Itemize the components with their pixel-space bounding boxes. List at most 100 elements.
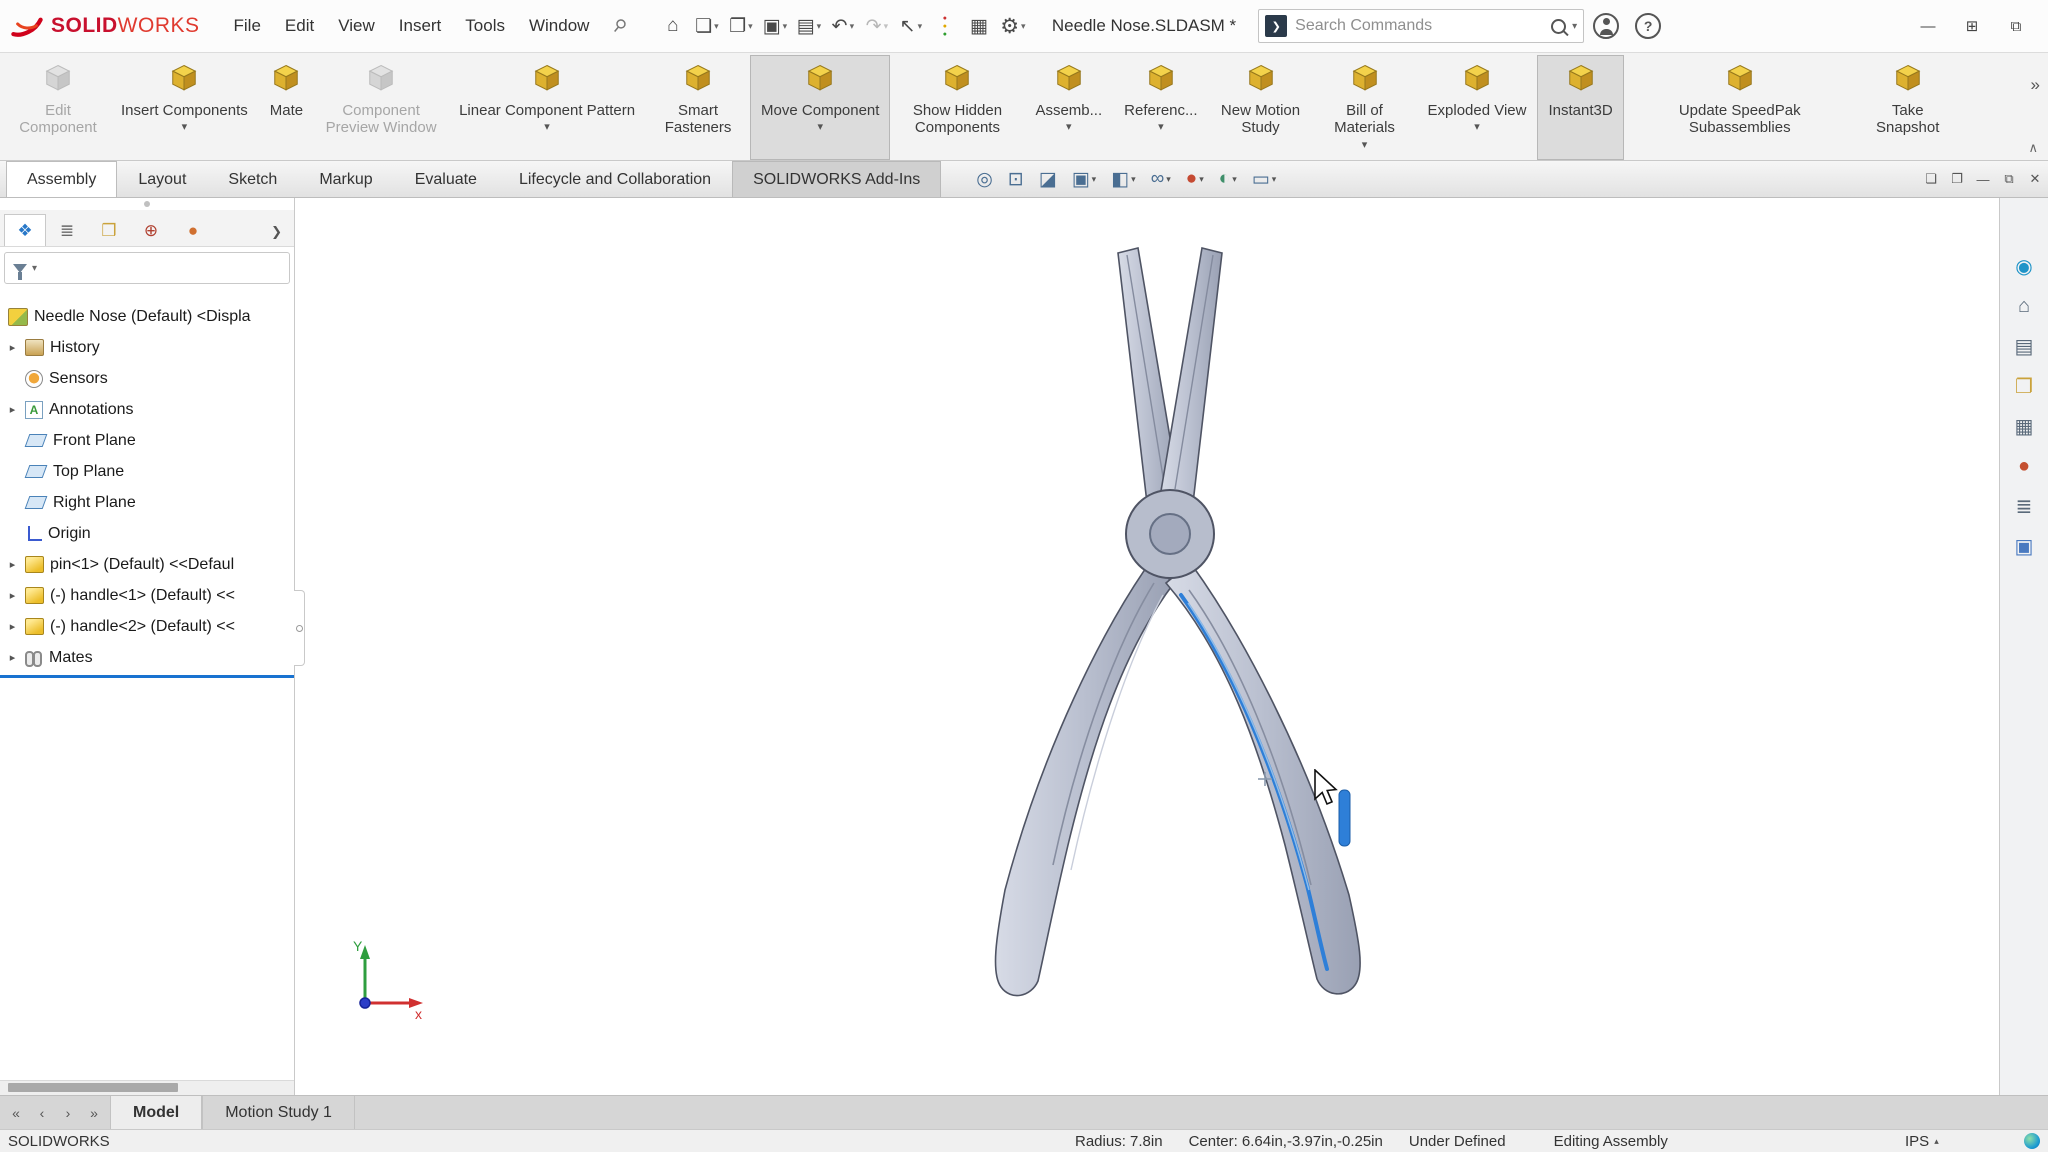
linear-component-pattern-button[interactable]: Linear Component Pattern [448,55,646,160]
drag-handle[interactable] [1339,790,1350,846]
move-component-button[interactable]: Move Component [750,55,890,160]
home-button[interactable]: ⌂ [656,9,690,43]
panel-splitter-handle[interactable] [294,590,305,666]
section-view-button[interactable]: ◪ [1032,161,1064,197]
tree-item-sensors[interactable]: Sensors [0,363,294,394]
prev-tab-button[interactable]: ‹ [30,1101,54,1125]
home-button[interactable]: ⌂ [2007,292,2041,320]
expand-caret-icon[interactable] [6,403,19,416]
tree-item-handle-1[interactable]: (-) handle<1> (Default) << [0,580,294,611]
window-layout-button[interactable]: ⊞ [1950,8,1994,44]
first-tab-button[interactable]: « [4,1101,28,1125]
tree-item-pin-1[interactable]: pin<1> (Default) <<Defaul [0,549,294,580]
appearances-button[interactable]: ● [2007,452,2041,480]
component-preview-window-button[interactable]: Component Preview Window [314,55,448,160]
print-button[interactable]: ▤ [792,9,826,43]
smart-fasteners-button[interactable]: Smart Fasteners [646,55,750,160]
tree-item-handle-2[interactable]: (-) handle<2> (Default) << [0,611,294,642]
tab-addins[interactable]: SOLIDWORKS Add-Ins [732,161,941,197]
web-help-icon[interactable] [2024,1133,2040,1149]
instant3d-button[interactable]: Instant3D [1537,55,1623,160]
filter-dropdown-icon[interactable]: ▾ [32,263,37,274]
select-button[interactable]: ↖ [894,9,928,43]
edit-appearance-button[interactable]: ● [1179,161,1211,197]
new-document-button[interactable]: ❏ [690,9,724,43]
restore-button[interactable]: ⧉ [1994,8,2038,44]
ribbon-overflow-icon[interactable]: » [2031,75,2040,95]
panel-grab-handle[interactable] [0,198,294,210]
search-input[interactable] [1293,16,1545,36]
tab-sketch[interactable]: Sketch [207,161,298,197]
options-button[interactable]: ⚙ [996,9,1030,43]
tree-rollback-bar[interactable] [0,675,294,678]
tab-motion-study-1[interactable]: Motion Study 1 [202,1096,355,1129]
open-button[interactable]: ❐ [724,9,758,43]
mate-button[interactable]: Mate [259,55,314,160]
apply-scene-button[interactable]: ◐ [1212,161,1244,197]
graphics-viewport[interactable]: Y x [295,198,1999,1095]
tree-item-origin[interactable]: Origin [0,518,294,549]
doc-close-button[interactable]: ✕ [2022,161,2048,197]
exploded-view-button[interactable]: Exploded View [1417,55,1538,160]
zoom-area-button[interactable]: ⊡ [1001,161,1031,197]
doc-restore-button[interactable]: ⧉ [1996,161,2022,197]
menu-edit[interactable]: Edit [273,0,326,52]
search-icon[interactable] [1551,19,1566,34]
units-selector[interactable]: IPS ▴ [1905,1133,1939,1150]
panel-expand-icon[interactable]: ❯ [271,224,290,246]
forum-button[interactable]: ▣ [2007,532,2041,560]
scrollbar-thumb[interactable] [8,1083,178,1092]
tab-assembly[interactable]: Assembly [6,161,117,197]
new-motion-study-button[interactable]: New Motion Study [1209,55,1313,160]
interference-check-button[interactable]: ● [928,9,962,43]
menu-view[interactable]: View [326,0,387,52]
doc-minimize-button[interactable]: — [1970,161,1996,197]
doc-tile-button[interactable]: ❐ [1944,161,1970,197]
last-tab-button[interactable]: » [82,1101,106,1125]
hide-show-items-button[interactable]: ∞ [1144,161,1178,197]
tab-model[interactable]: Model [110,1096,202,1129]
resources-button[interactable]: ◉ [2007,252,2041,280]
tab-evaluate[interactable]: Evaluate [394,161,498,197]
help-icon[interactable]: ? [1635,13,1661,39]
custom-properties-button[interactable]: ≣ [2007,492,2041,520]
view-settings-button[interactable]: ▭ [1245,161,1283,197]
panel-horizontal-scrollbar[interactable] [0,1080,294,1095]
design-table-button[interactable]: ▦ [962,9,996,43]
dimxpert-tab[interactable]: ⊕ [130,214,172,246]
file-explorer-button[interactable]: ❐ [2007,372,2041,400]
redo-button[interactable]: ↷ [860,9,894,43]
pliers-model[interactable] [941,245,1411,1025]
tree-filter[interactable]: ▾ [4,252,290,284]
displaymanager-tab[interactable]: ● [172,214,214,246]
tree-item-front-plane[interactable]: Front Plane [0,425,294,456]
expand-caret-icon[interactable] [6,620,19,633]
show-hidden-components-button[interactable]: Show Hidden Components [890,55,1024,160]
zoom-fit-button[interactable]: ◎ [969,161,1000,197]
tree-item-top-plane[interactable]: Top Plane [0,456,294,487]
expand-caret-icon[interactable] [6,341,19,354]
ribbon-collapse-icon[interactable]: ∧ [2028,140,2038,156]
reference-geometry-button[interactable]: Referenc... [1113,55,1208,160]
tree-item-annotations[interactable]: Annotations [0,394,294,425]
assembly-features-button[interactable]: Assemb... [1024,55,1113,160]
menu-file[interactable]: File [222,0,273,52]
view-orientation-button[interactable]: ▣ [1065,161,1103,197]
expand-caret-icon[interactable] [6,651,19,664]
user-account-icon[interactable] [1593,13,1619,39]
tree-item-right-plane[interactable]: Right Plane [0,487,294,518]
save-button[interactable]: ▣ [758,9,792,43]
view-palette-button[interactable]: ▦ [2007,412,2041,440]
undo-button[interactable]: ↶ [826,9,860,43]
edit-component-button[interactable]: Edit Component [6,55,110,160]
tree-root[interactable]: Needle Nose (Default) <Displa [0,301,294,332]
menu-window[interactable]: Window [517,0,601,52]
display-style-button[interactable]: ◧ [1104,161,1142,197]
next-tab-button[interactable]: › [56,1101,80,1125]
design-library-button[interactable]: ▤ [2007,332,2041,360]
configurationmanager-tab[interactable]: ❒ [88,214,130,246]
tree-item-history[interactable]: History [0,332,294,363]
expand-caret-icon[interactable] [6,558,19,571]
minimize-button[interactable]: — [1906,8,1950,44]
doc-new-window-button[interactable]: ❏ [1918,161,1944,197]
